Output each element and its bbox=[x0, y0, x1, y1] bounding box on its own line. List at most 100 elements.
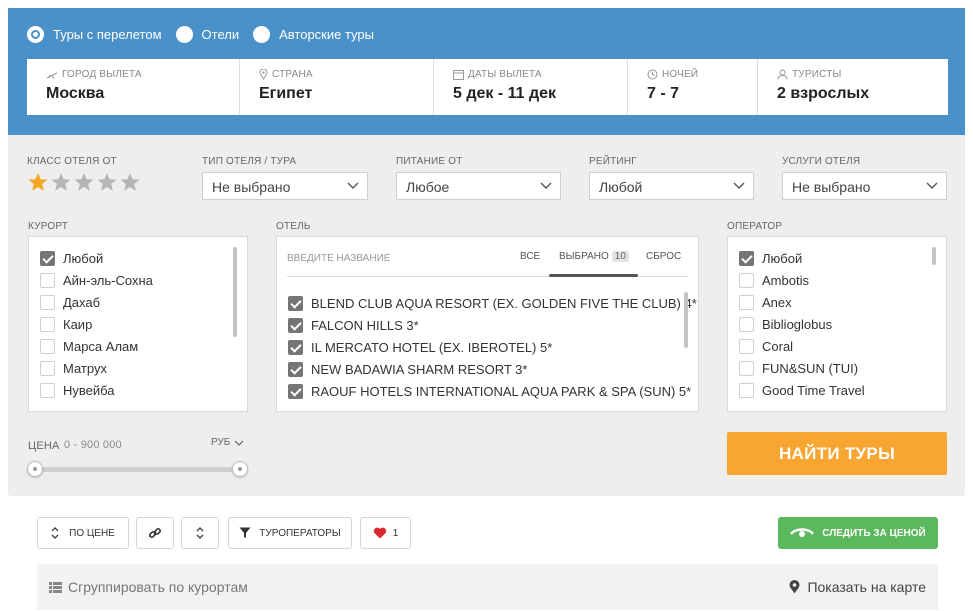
checkbox[interactable] bbox=[288, 339, 303, 355]
operator-item[interactable]: Coral bbox=[739, 335, 946, 357]
sort-by-price-button[interactable]: ПО ЦЕНЕ bbox=[37, 517, 129, 549]
tab-selected[interactable]: ВЫБРАНО 10 bbox=[559, 251, 629, 262]
resort-item[interactable]: Каир bbox=[40, 313, 247, 335]
checkbox[interactable] bbox=[739, 250, 754, 266]
checkbox[interactable] bbox=[40, 338, 55, 354]
star-icon[interactable] bbox=[50, 172, 72, 192]
chevron-down-icon bbox=[347, 182, 359, 189]
resort-item[interactable]: Дахаб bbox=[40, 291, 247, 313]
tab-reset[interactable]: СБРОС bbox=[646, 251, 681, 262]
sort-toggle-button[interactable] bbox=[181, 517, 219, 549]
checkbox[interactable] bbox=[40, 272, 55, 288]
hotel-item[interactable]: BLEND CLUB AQUA RESORT (EX. GOLDEN FIVE … bbox=[288, 292, 697, 314]
hotel-scrollbar[interactable] bbox=[684, 292, 688, 348]
dates-field[interactable]: ДАТЫ ВЫЛЕТА 5 дек - 11 дек bbox=[434, 59, 628, 115]
checkbox[interactable] bbox=[40, 360, 55, 376]
operator-item[interactable]: Любой bbox=[739, 247, 946, 269]
star-icon[interactable] bbox=[96, 172, 118, 192]
hotel-item[interactable]: IL MERCATO HOTEL (EX. IBEROTEL) 5* bbox=[288, 336, 697, 358]
meal-select[interactable]: Любое bbox=[396, 172, 561, 200]
checkbox[interactable] bbox=[288, 361, 303, 377]
checkbox[interactable] bbox=[40, 382, 55, 398]
map-marker-icon bbox=[789, 580, 800, 594]
trip-type-flights-radio[interactable]: Туры с перелетом bbox=[27, 26, 162, 43]
group-by-resort-toggle[interactable]: Сгруппировать по курортам bbox=[49, 579, 248, 595]
hotel-item[interactable]: FALCON HILLS 3* bbox=[288, 314, 697, 336]
price-min-handle[interactable] bbox=[27, 461, 43, 477]
heart-icon bbox=[373, 527, 386, 539]
operator-scrollbar[interactable] bbox=[932, 247, 936, 265]
favorites-button[interactable]: 1 bbox=[360, 517, 411, 549]
departure-caption: ГОРОД ВЫЛЕТА bbox=[62, 69, 142, 80]
checkbox[interactable] bbox=[739, 294, 754, 310]
operator-item[interactable]: Biblioglobus bbox=[739, 313, 946, 335]
find-tours-button[interactable]: НАЙТИ ТУРЫ bbox=[727, 432, 947, 475]
operator-item-label: Biblioglobus bbox=[762, 316, 833, 332]
resort-item[interactable]: Марса Алам bbox=[40, 335, 247, 357]
star-icon[interactable] bbox=[119, 172, 141, 192]
tourists-field[interactable]: ТУРИСТЫ 2 взрослых bbox=[758, 59, 948, 115]
resort-item-label: Матрух bbox=[63, 360, 107, 376]
trip-type-author-tours-radio[interactable]: Авторские туры bbox=[253, 26, 374, 43]
field-caption: ГОРОД ВЫЛЕТА bbox=[46, 69, 239, 80]
checkbox[interactable] bbox=[288, 317, 303, 333]
watch-price-button[interactable]: СЛЕДИТЬ ЗА ЦЕНОЙ bbox=[778, 517, 938, 549]
hotel-type-select[interactable]: Не выбрано bbox=[202, 172, 368, 200]
resort-scrollbar[interactable] bbox=[233, 247, 237, 337]
checkbox[interactable] bbox=[739, 382, 754, 398]
hotel-type-value: Не выбрано bbox=[212, 179, 291, 195]
rating-label: РЕЙТИНГ bbox=[589, 156, 637, 167]
price-max-handle[interactable] bbox=[232, 461, 248, 477]
operator-item[interactable]: Anex bbox=[739, 291, 946, 313]
list-icon bbox=[49, 581, 62, 593]
resort-item[interactable]: Нувейба bbox=[40, 379, 247, 401]
resort-list[interactable]: Любой Айн-эль-Сохна Дахаб Каир Марса Ала… bbox=[28, 236, 248, 412]
resort-item-label: Айн-эль-Сохна bbox=[63, 272, 153, 288]
checkbox[interactable] bbox=[739, 316, 754, 332]
tab-all[interactable]: ВСЕ bbox=[520, 251, 540, 262]
active-tab-indicator bbox=[549, 274, 638, 277]
star-icon[interactable] bbox=[27, 172, 49, 192]
hotel-search-input[interactable]: ВВЕДИТЕ НАЗВАНИЕ bbox=[287, 253, 390, 264]
selected-count-badge: 10 bbox=[611, 251, 629, 262]
departure-city-field[interactable]: ГОРОД ВЫЛЕТА Москва bbox=[27, 59, 240, 115]
hotel-list: ВВЕДИТЕ НАЗВАНИЕ ВСЕ ВЫБРАНО 10 СБРОС BLE… bbox=[276, 236, 699, 412]
checkbox[interactable] bbox=[40, 316, 55, 332]
star-icon[interactable] bbox=[73, 172, 95, 192]
hotel-item[interactable]: RAOUF HOTELS INTERNATIONAL AQUA PARK & S… bbox=[288, 380, 697, 402]
checkbox[interactable] bbox=[40, 294, 55, 310]
checkbox[interactable] bbox=[40, 250, 55, 266]
operator-item[interactable]: FUN&SUN (TUI) bbox=[739, 357, 946, 379]
hotel-class-stars[interactable] bbox=[27, 172, 142, 192]
nights-field[interactable]: НОЧЕЙ 7 - 7 bbox=[628, 59, 758, 115]
price-slider[interactable] bbox=[27, 461, 248, 477]
checkbox[interactable] bbox=[739, 338, 754, 354]
trip-type-hotels-radio[interactable]: Отели bbox=[175, 26, 239, 43]
resort-label: КУРОРТ bbox=[28, 221, 69, 232]
link-icon bbox=[148, 527, 162, 539]
tourists-value: 2 взрослых bbox=[777, 85, 870, 102]
currency-select[interactable]: РУБ bbox=[211, 437, 244, 448]
calendar-icon bbox=[453, 70, 464, 80]
hotel-class-label: КЛАСС ОТЕЛЯ ОТ bbox=[27, 156, 117, 167]
operator-item[interactable]: Good Time Travel bbox=[739, 379, 946, 401]
checkbox[interactable] bbox=[288, 383, 303, 399]
resort-item[interactable]: Любой bbox=[40, 247, 247, 269]
hotel-item[interactable]: NEW BADAWIA SHARM RESORT 3* bbox=[288, 358, 697, 380]
operator-item[interactable]: Ambotis bbox=[739, 269, 946, 291]
hotel-item-label: RAOUF HOTELS INTERNATIONAL AQUA PARK & S… bbox=[311, 383, 692, 399]
link-button[interactable] bbox=[136, 517, 174, 549]
rating-select[interactable]: Любой bbox=[589, 172, 754, 200]
resort-item[interactable]: Матрух bbox=[40, 357, 247, 379]
currency-value: РУБ bbox=[211, 437, 231, 448]
services-select[interactable]: Не выбрано bbox=[782, 172, 947, 200]
show-on-map-link[interactable]: Показать на карте bbox=[789, 579, 926, 595]
resort-item[interactable]: Айн-эль-Сохна bbox=[40, 269, 247, 291]
operator-list[interactable]: Любой Ambotis Anex Biblioglobus Coral FU… bbox=[727, 236, 947, 412]
checkbox[interactable] bbox=[288, 295, 303, 311]
checkbox[interactable] bbox=[739, 272, 754, 288]
checkbox[interactable] bbox=[739, 360, 754, 376]
country-field[interactable]: СТРАНА Египет bbox=[240, 59, 434, 115]
tour-operators-button[interactable]: ТУРОПЕРАТОРЫ bbox=[228, 517, 352, 549]
field-caption: НОЧЕЙ bbox=[647, 69, 757, 80]
